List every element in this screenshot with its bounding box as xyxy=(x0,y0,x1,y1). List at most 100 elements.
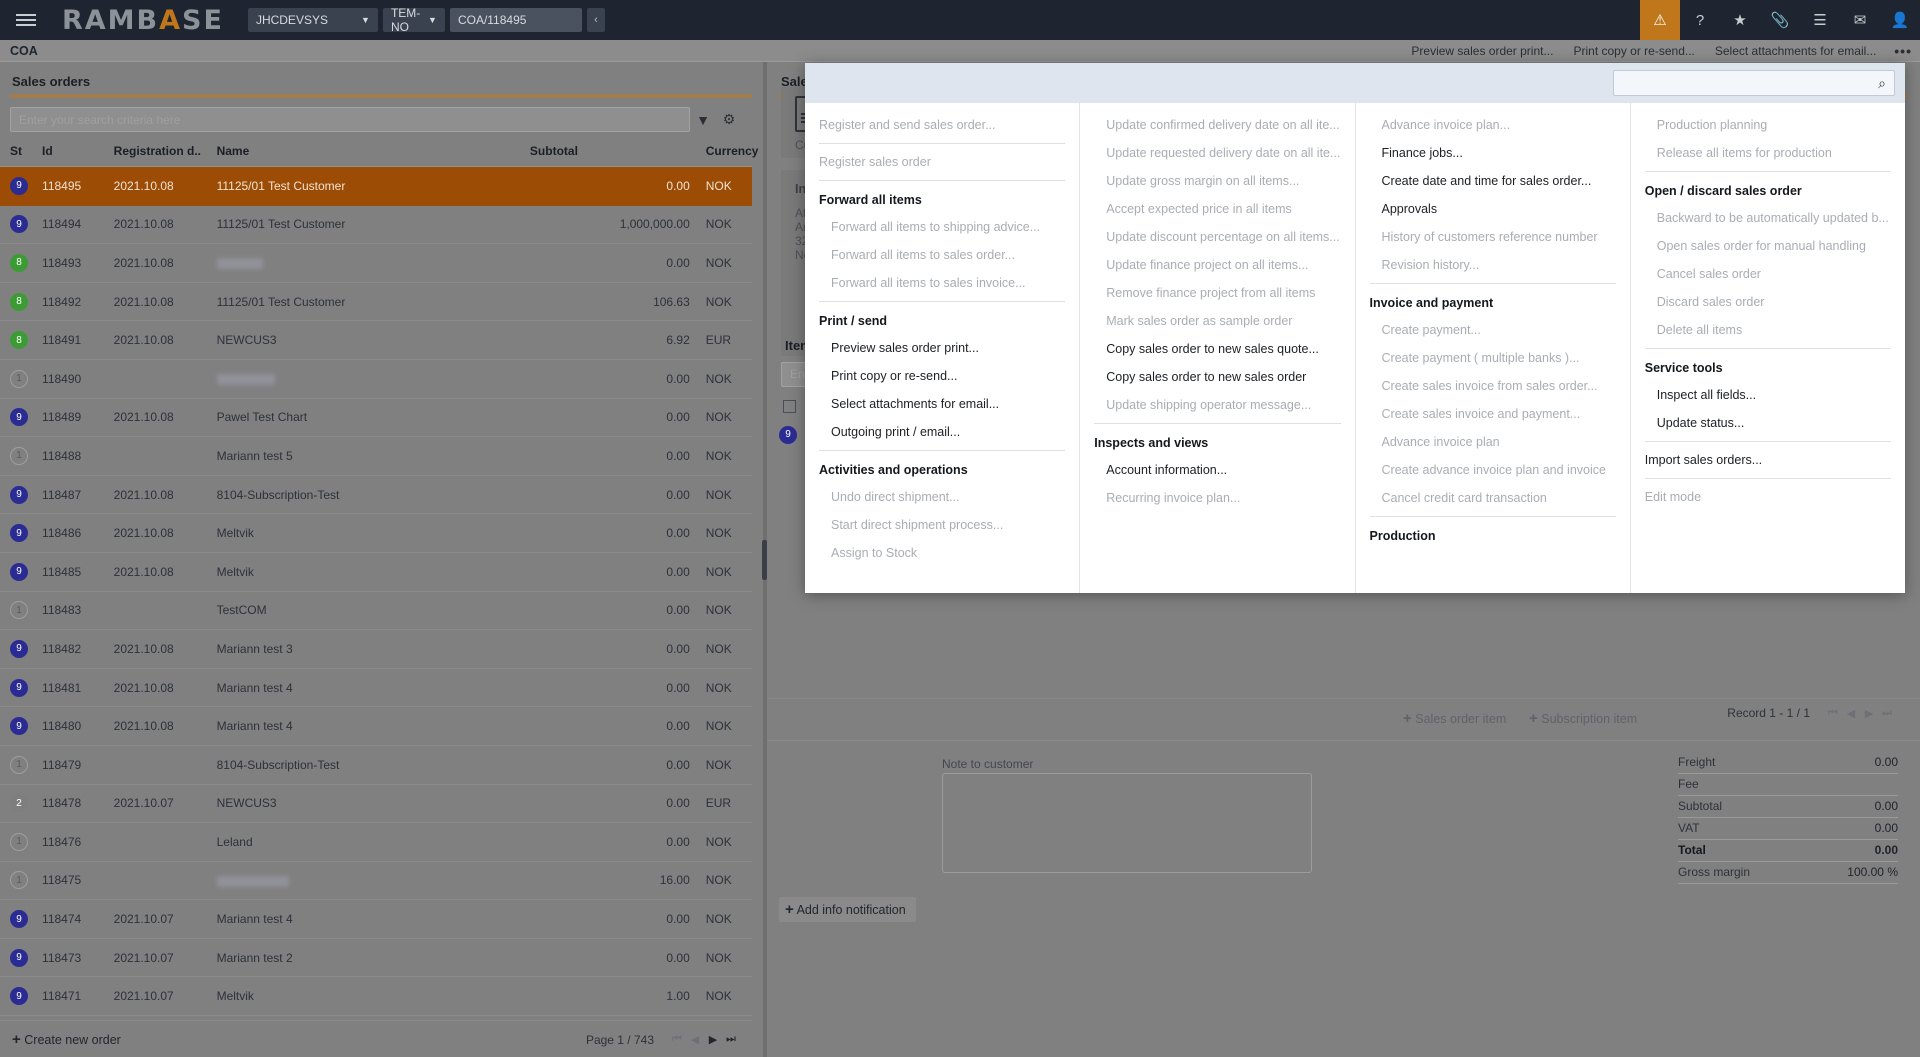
collapse-context-button[interactable]: ‹ xyxy=(587,8,605,32)
table-row[interactable]: 91184822021.10.08Mariann test 30.00NOK xyxy=(0,630,752,669)
table-row[interactable]: 81184912021.10.08NEWCUS36.92EUR xyxy=(0,321,752,360)
status-badge: 9 xyxy=(10,486,28,504)
table-row[interactable]: 91184942021.10.0811125/01 Test Customer1… xyxy=(0,205,752,244)
table-row[interactable]: 91184862021.10.08Meltvik0.00NOK xyxy=(0,514,752,553)
add-subscription-item-button[interactable]: + Subscription item xyxy=(1529,710,1637,727)
menu-item: Release all items for production xyxy=(1631,139,1905,167)
total-value: 0.00 xyxy=(1875,843,1898,857)
cell-currency: NOK xyxy=(694,823,752,862)
total-row: Freight0.00 xyxy=(1678,752,1898,774)
menu-separator xyxy=(819,143,1065,144)
total-value: 0.00 xyxy=(1875,821,1898,835)
table-row[interactable]: 91184852021.10.08Meltvik0.00NOK xyxy=(0,552,752,591)
record-first-icon[interactable]: ⏮ xyxy=(1824,707,1842,720)
status-badge: 1 xyxy=(10,833,28,851)
cell-date xyxy=(110,591,213,630)
record-last-icon[interactable]: ⏭ xyxy=(1878,707,1896,720)
column-header-currency[interactable]: Currency xyxy=(694,138,752,167)
alert-icon[interactable]: ⚠ xyxy=(1640,0,1680,40)
search-icon[interactable]: ⌕ xyxy=(1878,75,1886,92)
context-field[interactable]: COA/118495 xyxy=(450,8,582,32)
gear-icon[interactable]: ⚙ xyxy=(716,108,742,132)
table-row[interactable]: 21184782021.10.07NEWCUS30.00EUR xyxy=(0,784,752,823)
note-to-customer-textarea[interactable] xyxy=(942,773,1312,873)
record-next-icon[interactable]: ▶ xyxy=(1860,707,1878,720)
table-row[interactable]: 91184952021.10.0811125/01 Test Customer0… xyxy=(0,167,752,206)
action-preview-print[interactable]: Preview sales order print... xyxy=(1411,44,1553,58)
last-page-icon[interactable]: ⏭ xyxy=(722,1033,740,1046)
menu-item[interactable]: Preview sales order print... xyxy=(805,334,1079,362)
cell-date: 2021.10.08 xyxy=(110,707,213,746)
table-row[interactable]: 1118488Mariann test 50.00NOK xyxy=(0,437,752,476)
action-print-copy[interactable]: Print copy or re-send... xyxy=(1573,44,1694,58)
table-row[interactable]: 111847516.00NOK xyxy=(0,861,752,900)
system-select[interactable]: JHCDEVSYS ▼ xyxy=(248,8,378,32)
table-row[interactable]: 81184922021.10.0811125/01 Test Customer1… xyxy=(0,282,752,321)
context-field-value: COA/118495 xyxy=(458,13,527,27)
table-row[interactable]: 11184900.00NOK xyxy=(0,359,752,398)
table-row[interactable]: 11184798104-Subscription-Test0.00NOK xyxy=(0,745,752,784)
favorites-icon[interactable]: ★ xyxy=(1720,0,1760,40)
first-page-icon[interactable]: ⏮ xyxy=(668,1033,686,1046)
menu-item[interactable]: Select attachments for email... xyxy=(805,390,1079,418)
table-row[interactable]: 81184932021.10.080.00NOK xyxy=(0,244,752,283)
items-select-all-checkbox[interactable] xyxy=(783,400,796,413)
mail-icon[interactable]: ✉ xyxy=(1840,0,1880,40)
table-row[interactable]: 1118476Leland0.00NOK xyxy=(0,823,752,862)
menu-item[interactable]: Copy sales order to new sales order xyxy=(1080,363,1354,391)
redacted-name xyxy=(217,876,289,887)
help-icon[interactable]: ? xyxy=(1680,0,1720,40)
menu-item[interactable]: Copy sales order to new sales quote... xyxy=(1080,335,1354,363)
cell-currency: NOK xyxy=(694,167,752,206)
total-row: Total0.00 xyxy=(1678,840,1898,862)
menu-item[interactable]: Finance jobs... xyxy=(1356,139,1630,167)
menu-item[interactable]: Inspect all fields... xyxy=(1631,381,1905,409)
column-header-id[interactable]: Id xyxy=(38,138,110,167)
table-row[interactable]: 91184802021.10.08Mariann test 40.00NOK xyxy=(0,707,752,746)
menu-item[interactable]: Update status... xyxy=(1631,409,1905,437)
next-page-icon[interactable]: ▶ xyxy=(704,1033,722,1046)
locale-select[interactable]: TEM-NO ▼ xyxy=(383,8,445,32)
menu-search-box[interactable]: ⌕ xyxy=(1613,70,1895,96)
hamburger-menu-icon[interactable] xyxy=(0,0,52,40)
menu-item[interactable]: Create date and time for sales order... xyxy=(1356,167,1630,195)
menu-search-input[interactable] xyxy=(1622,76,1878,90)
search-input[interactable] xyxy=(10,107,690,132)
more-actions-icon[interactable]: ••• xyxy=(1894,43,1912,59)
action-select-attachments[interactable]: Select attachments for email... xyxy=(1715,44,1876,58)
table-row[interactable]: 91184892021.10.08Pawel Test Chart0.00NOK xyxy=(0,398,752,437)
menu-item: Create payment ( multiple banks )... xyxy=(1356,344,1630,372)
menu-item[interactable]: Account information... xyxy=(1080,456,1354,484)
attachment-icon[interactable]: 📎 xyxy=(1760,0,1800,40)
list-icon[interactable]: ☰ xyxy=(1800,0,1840,40)
add-info-notification-button[interactable]: + Add info notification xyxy=(779,897,916,922)
menu-group-heading: Production xyxy=(1356,521,1630,549)
cell-id: 118475 xyxy=(38,861,110,900)
cell-subtotal: 106.63 xyxy=(526,282,694,321)
table-row[interactable]: 91184742021.10.07Mariann test 40.00NOK xyxy=(0,900,752,939)
column-header-status[interactable]: St xyxy=(0,138,38,167)
menu-item[interactable]: Import sales orders... xyxy=(1631,446,1905,474)
user-icon[interactable]: 👤 xyxy=(1880,0,1920,40)
cell-subtotal: 6.92 xyxy=(526,321,694,360)
table-row[interactable]: 91184872021.10.088104-Subscription-Test0… xyxy=(0,475,752,514)
create-new-order-button[interactable]: + Create new order xyxy=(0,1031,121,1048)
column-header-name[interactable]: Name xyxy=(213,138,526,167)
prev-page-icon[interactable]: ◀ xyxy=(686,1033,704,1046)
menu-item[interactable]: Print copy or re-send... xyxy=(805,362,1079,390)
cell-id: 118495 xyxy=(38,167,110,206)
table-body: 91184952021.10.0811125/01 Test Customer0… xyxy=(0,167,752,1016)
record-prev-icon[interactable]: ◀ xyxy=(1842,707,1860,720)
table-row[interactable]: 91184812021.10.08Mariann test 40.00NOK xyxy=(0,668,752,707)
menu-item[interactable]: Outgoing print / email... xyxy=(805,418,1079,446)
column-header-registration-date[interactable]: Registration d.. xyxy=(110,138,213,167)
table-row[interactable]: 91184712021.10.07Meltvik1.00NOK xyxy=(0,977,752,1016)
cell-date: 2021.10.08 xyxy=(110,205,213,244)
column-header-subtotal[interactable]: Subtotal xyxy=(526,138,694,167)
cell-subtotal: 0.00 xyxy=(526,784,694,823)
table-row[interactable]: 91184732021.10.07Mariann test 20.00NOK xyxy=(0,938,752,977)
add-sales-order-item-button[interactable]: + Sales order item xyxy=(1403,710,1506,727)
menu-item[interactable]: Approvals xyxy=(1356,195,1630,223)
table-row[interactable]: 1118483TestCOM0.00NOK xyxy=(0,591,752,630)
filter-icon[interactable]: ▼ xyxy=(690,108,716,132)
